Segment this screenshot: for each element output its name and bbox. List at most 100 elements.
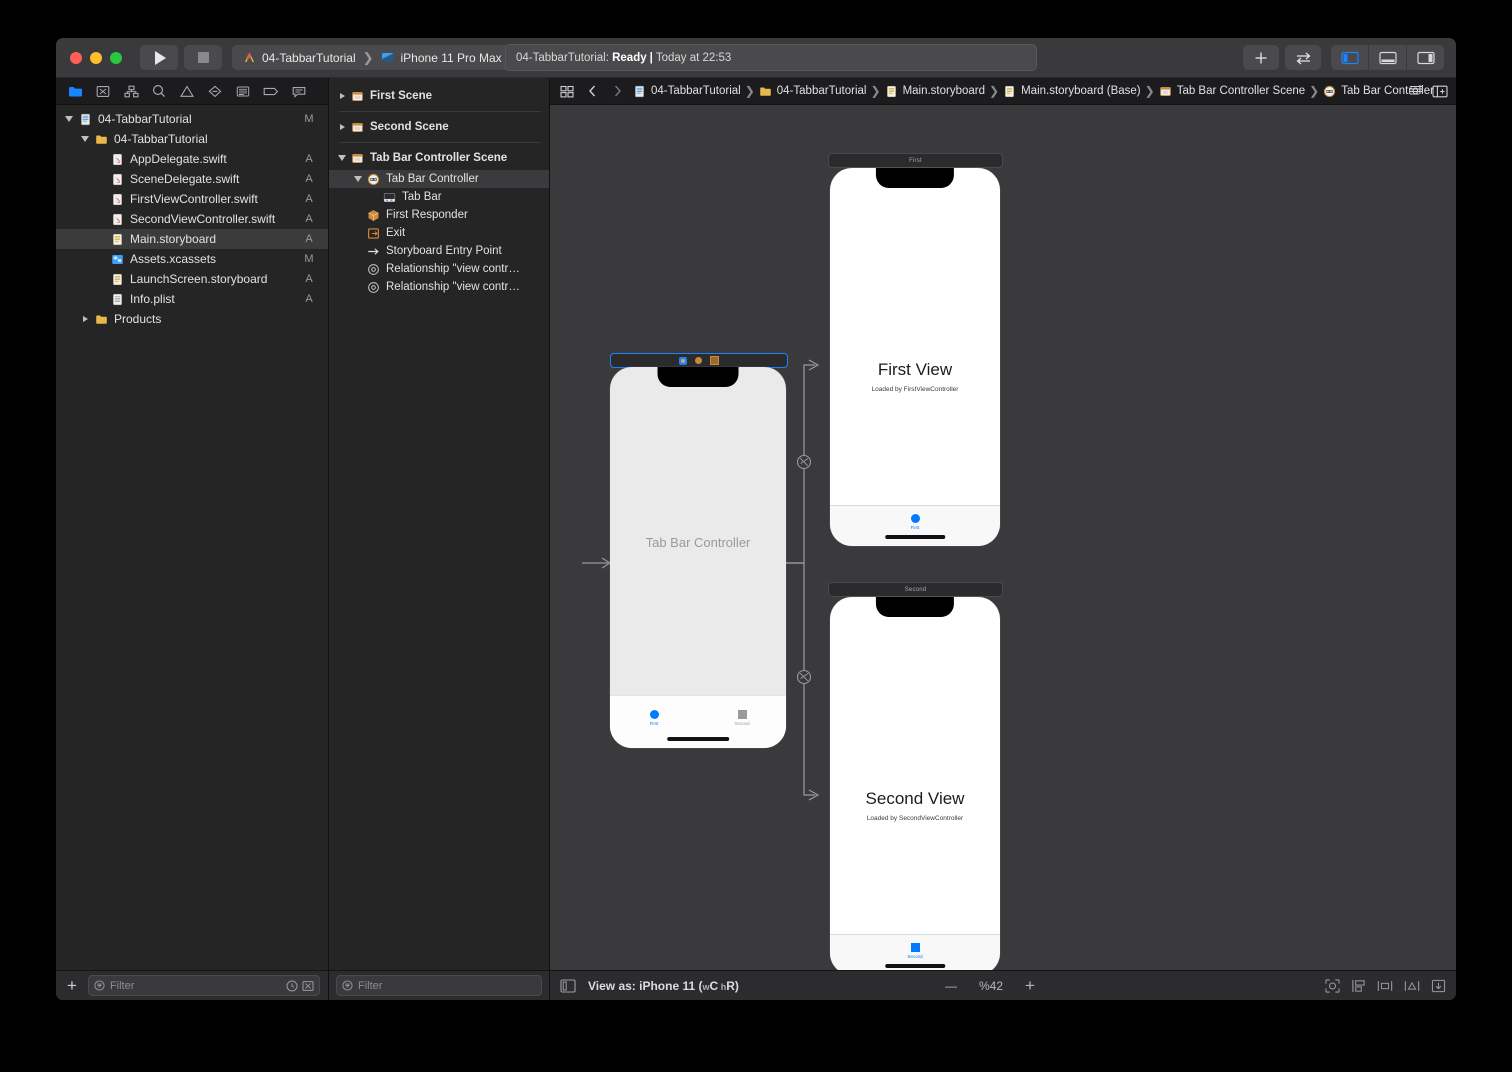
source-control-icon[interactable] — [302, 980, 314, 992]
second-scene-phone[interactable]: Second View Loaded by SecondViewControll… — [830, 597, 1000, 970]
disclosure-triangle[interactable] — [78, 316, 92, 322]
disclosure-triangle[interactable] — [62, 116, 76, 122]
disclosure-triangle[interactable] — [335, 93, 349, 99]
breadcrumb[interactable]: 04-TabbarTutorial ❯ 04-TabbarTutorial ❯ Main… — [631, 84, 1436, 98]
file-row[interactable]: Assets.xcassets M — [56, 249, 328, 269]
first-scene-bar[interactable]: First — [828, 153, 1003, 168]
breadcrumb-item[interactable]: Main.storyboard — [883, 85, 987, 98]
update-frames-icon[interactable] — [1325, 978, 1340, 993]
find-navigator-icon[interactable] — [146, 81, 172, 101]
close-button[interactable] — [70, 51, 82, 64]
clock-icon[interactable] — [286, 980, 298, 992]
add-library-button[interactable] — [1243, 45, 1279, 70]
second-scene-bar[interactable]: Second — [828, 582, 1003, 597]
file-row[interactable]: SceneDelegate.swift A — [56, 169, 328, 189]
breakpoint-navigator-icon[interactable] — [258, 81, 284, 101]
segue-badge-first — [796, 454, 812, 470]
status-project: 04-TabbarTutorial: — [516, 51, 609, 64]
tab-bar-controller-phone[interactable]: Tab Bar Controller First Second — [610, 367, 786, 748]
outline-row[interactable]: Relationship "view contr… — [329, 278, 549, 296]
source-control-navigator-icon[interactable] — [90, 81, 116, 101]
toggle-inspector-button[interactable] — [1407, 45, 1444, 70]
entry-point-icon — [365, 245, 381, 258]
breadcrumb-item[interactable]: Tab Bar Controller Scene — [1157, 85, 1307, 98]
exit-icon[interactable] — [710, 356, 719, 365]
breadcrumb-item[interactable]: 04-TabbarTutorial — [631, 85, 743, 98]
zoom-out-button[interactable]: — — [945, 979, 957, 993]
minimap-icon[interactable] — [1409, 85, 1424, 97]
breadcrumb-label: Main.storyboard (Base) — [1021, 85, 1141, 97]
file-row[interactable]: LaunchScreen.storyboard A — [56, 269, 328, 289]
add-constraints-icon[interactable] — [1404, 979, 1420, 993]
project-navigator-icon[interactable] — [62, 81, 88, 101]
code-review-button[interactable] — [1285, 45, 1321, 70]
related-items-icon[interactable] — [556, 85, 578, 98]
view-as-control[interactable]: View as: iPhone 11 (wC hR) — [588, 979, 739, 993]
navigator-filter-buttons — [286, 980, 314, 992]
file-row[interactable]: Info.plist A — [56, 289, 328, 309]
file-status-badge: A — [305, 193, 313, 205]
size-class-h: h — [718, 981, 727, 992]
test-navigator-icon[interactable] — [202, 81, 228, 101]
chevron-down-icon — [65, 116, 73, 122]
issue-navigator-icon[interactable] — [174, 81, 200, 101]
tab-item-first[interactable]: First — [830, 506, 1000, 546]
project-navigator-list[interactable]: 04-TabbarTutorial M 04-TabbarTutorial AppDe… — [56, 105, 328, 970]
first-scene-tabbar[interactable]: First — [830, 505, 1000, 546]
outline-row[interactable]: Storyboard Entry Point — [329, 242, 549, 260]
outline-row[interactable]: First Responder — [329, 206, 549, 224]
document-outline-list[interactable]: First Scene Second Scene Tab Bar Controlle… — [329, 78, 549, 970]
add-editor-icon[interactable] — [1432, 85, 1448, 98]
device-bezel-icon[interactable] — [560, 978, 576, 993]
toggle-debug-area-button[interactable] — [1369, 45, 1407, 70]
go-back-button[interactable] — [581, 85, 603, 97]
file-name: SecondViewController.swift — [130, 212, 276, 226]
symbol-navigator-icon[interactable] — [118, 81, 144, 101]
outline-row[interactable]: Relationship "view contr… — [329, 260, 549, 278]
breadcrumb-separator: ❯ — [870, 84, 881, 98]
zoom-button[interactable] — [110, 51, 122, 64]
file-row[interactable]: AppDelegate.swift A — [56, 149, 328, 169]
breadcrumb-item[interactable]: Main.storyboard (Base) — [1001, 85, 1143, 98]
report-navigator-icon[interactable] — [286, 81, 312, 101]
disclosure-triangle[interactable] — [351, 176, 365, 182]
outline-row[interactable]: First Scene — [329, 84, 549, 108]
go-forward-button[interactable] — [606, 85, 628, 97]
file-row[interactable]: 04-TabbarTutorial — [56, 129, 328, 149]
resolve-auto-layout-issues-icon[interactable] — [1431, 979, 1446, 993]
activity-status-field: 04-TabbarTutorial: Ready | Today at 22:53 — [505, 44, 1037, 71]
outline-row[interactable]: Tab Bar Controller Scene — [329, 146, 549, 170]
file-row[interactable]: SecondViewController.swift A — [56, 209, 328, 229]
disclosure-triangle[interactable] — [335, 124, 349, 130]
zoom-in-button[interactable]: + — [1025, 977, 1035, 994]
tab-bar-controller-icon[interactable] — [679, 356, 687, 365]
file-row[interactable]: FirstViewController.swift A — [56, 189, 328, 209]
navigator-pane: 04-TabbarTutorial M 04-TabbarTutorial AppDe… — [56, 78, 329, 1000]
outline-row[interactable]: Tab Bar — [329, 188, 549, 206]
plus-icon — [1255, 52, 1267, 63]
file-row[interactable]: Main.storyboard A — [56, 229, 328, 249]
first-responder-icon[interactable] — [695, 357, 702, 364]
navigator-filter-field[interactable]: Filter — [87, 975, 320, 996]
align-icon[interactable] — [1377, 979, 1393, 993]
tab-bar-controller-scene-bar[interactable] — [610, 353, 788, 368]
debug-navigator-icon[interactable] — [230, 81, 256, 101]
first-scene-phone[interactable]: First View Loaded by FirstViewController… — [830, 168, 1000, 546]
file-row[interactable]: Products — [56, 309, 328, 329]
disclosure-triangle[interactable] — [335, 155, 349, 161]
breadcrumb-item[interactable]: 04-TabbarTutorial — [757, 85, 869, 98]
outline-row[interactable]: Tab Bar Controller — [329, 170, 549, 188]
add-file-button[interactable]: + — [64, 977, 80, 994]
run-button[interactable] — [140, 45, 178, 70]
scheme-destination-control[interactable]: 04-TabbarTutorial ❯ iPhone 11 Pro Max — [232, 45, 513, 70]
minimize-button[interactable] — [90, 51, 102, 64]
embed-in-icon[interactable] — [1351, 979, 1366, 993]
outline-filter-field[interactable]: Filter — [336, 975, 542, 996]
toggle-navigator-button[interactable] — [1331, 45, 1369, 70]
storyboard-canvas[interactable]: Tab Bar Controller First Second First Fi… — [550, 105, 1456, 970]
disclosure-triangle[interactable] — [78, 136, 92, 142]
outline-row[interactable]: Exit — [329, 224, 549, 242]
outline-row[interactable]: Second Scene — [329, 115, 549, 139]
stop-button[interactable] — [184, 45, 222, 70]
file-row[interactable]: 04-TabbarTutorial M — [56, 109, 328, 129]
